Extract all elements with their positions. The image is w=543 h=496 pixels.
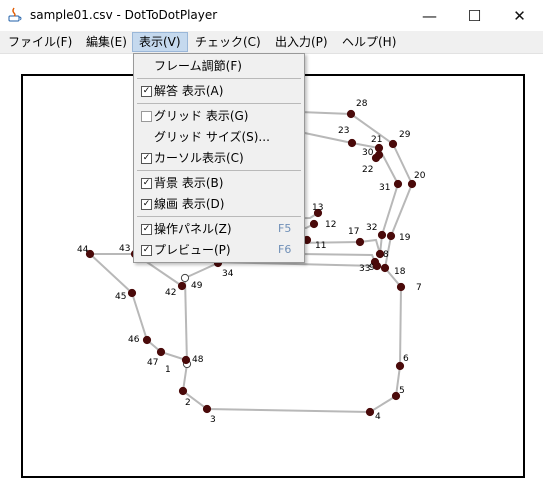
shortcut-f6: F6 [278,243,292,256]
shortcut-f5: F5 [278,222,292,235]
answer-display-label: 解答 表示(A) [154,84,224,98]
unchecked-box-icon [141,111,152,122]
dot-19[interactable] [386,231,396,241]
dot-label-11: 11 [315,241,326,251]
dot-label-18: 18 [394,267,406,277]
dot-46[interactable] [142,335,152,345]
dot-label-30: 30 [362,148,374,158]
dot-label-33: 33 [359,264,370,274]
dot-label-17: 17 [348,227,359,237]
separator [137,103,301,104]
dot-label-45: 45 [115,292,126,302]
menu-item-preview[interactable]: ✓ プレビュー(P) F6 [134,240,304,260]
dot-label-43: 43 [119,244,130,254]
checkbox-icon: ✓ [141,178,152,189]
dot-label-22: 22 [362,165,373,175]
dot-42[interactable] [177,281,187,291]
grid-size-label: グリッド サイズ(S)... [154,130,270,144]
dot-17[interactable] [355,237,365,247]
view-menu-dropdown: フレーム調節(F) ✓ 解答 表示(A) グリッド 表示(G) グリッド サイズ… [133,53,305,263]
dot-30[interactable] [374,150,384,160]
dot-label-12: 12 [325,220,336,230]
dot-label-2: 2 [185,398,191,408]
dot-label-3: 3 [210,415,216,425]
checkbox-icon: ✓ [141,245,152,256]
dot-label-1: 1 [165,365,171,375]
menu-item-frame-adjust[interactable]: フレーム調節(F) [134,56,304,76]
checkbox-icon: ✓ [141,153,152,164]
control-panel-label: 操作パネル(Z) [154,222,232,236]
dot-label-29: 29 [399,130,411,140]
menu-item-grid-size[interactable]: グリッド サイズ(S)... [134,127,304,147]
dot-label-47: 47 [147,358,158,368]
line-display-label: 線画 表示(D) [154,197,225,211]
menu-item-line-display[interactable]: ✓ 線画 表示(D) [134,194,304,214]
dot-31[interactable] [393,179,403,189]
frame-adjust-label: フレーム調節(F) [154,59,242,73]
dot-28[interactable] [346,109,356,119]
menu-item-grid-display[interactable]: グリッド 表示(G) [134,106,304,126]
dot-label-5: 5 [399,386,405,396]
dot-21[interactable] [374,143,384,153]
dot-label-49: 49 [191,281,203,291]
dot-7[interactable] [396,282,406,292]
dot-48[interactable] [181,355,191,365]
background-display-label: 背景 表示(B) [154,176,224,190]
dot-23[interactable] [347,138,357,148]
dot-label-4: 4 [375,412,381,422]
dot-18[interactable] [380,263,390,273]
dot-4[interactable] [365,407,375,417]
dot-label-46: 46 [128,335,140,345]
preview-label: プレビュー(P) [154,243,231,257]
dot-12[interactable] [309,219,319,229]
grid-display-label: グリッド 表示(G) [154,109,249,123]
dot-label-23: 23 [338,126,349,136]
dot-32[interactable] [377,230,387,240]
dot-label-48: 48 [192,355,204,365]
separator [137,170,301,171]
cursor-display-label: カーソル表示(C) [154,151,244,165]
dot-label-31: 31 [379,183,390,193]
checkbox-icon: ✓ [141,199,152,210]
separator [137,216,301,217]
dot-label-20: 20 [414,171,426,181]
dot-3[interactable] [202,404,212,414]
dot-47[interactable] [156,347,166,357]
menu-item-cursor-display[interactable]: ✓ カーソル表示(C) [134,148,304,168]
dot-49[interactable] [180,273,190,283]
menu-item-answer-display[interactable]: ✓ 解答 表示(A) [134,81,304,101]
dot-label-8: 8 [383,250,389,260]
dot-20[interactable] [407,179,417,189]
checkbox-icon: ✓ [141,224,152,235]
dot-29[interactable] [388,139,398,149]
dot-label-21: 21 [371,135,382,145]
dot-label-44: 44 [77,245,89,255]
dot-label-6: 6 [403,354,409,364]
dot-2[interactable] [178,386,188,396]
dot-label-28: 28 [356,99,368,109]
dot-label-19: 19 [399,233,411,243]
separator [137,78,301,79]
menu-item-control-panel[interactable]: ✓ 操作パネル(Z) F5 [134,219,304,239]
dot-label-34: 34 [222,269,234,279]
dot-label-7: 7 [416,283,422,293]
checkbox-icon: ✓ [141,86,152,97]
dot-label-13: 13 [312,203,323,213]
dot-45[interactable] [127,288,137,298]
dot-label-42: 42 [165,288,176,298]
dot-33[interactable] [372,261,382,271]
menu-item-background-display[interactable]: ✓ 背景 表示(B) [134,173,304,193]
dot-label-32: 32 [366,223,377,233]
